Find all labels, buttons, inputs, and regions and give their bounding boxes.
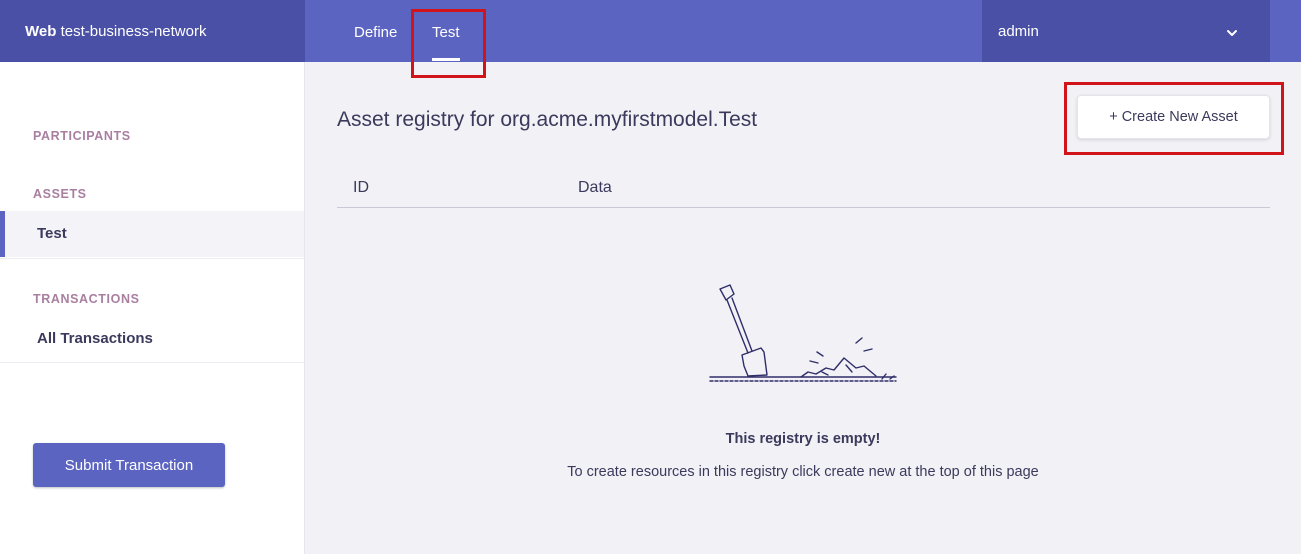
column-header-id[interactable]: ID <box>353 179 369 197</box>
page-title: Asset registry for org.acme.myfirstmodel… <box>337 108 758 131</box>
submit-transaction-button[interactable]: Submit Transaction <box>33 443 225 487</box>
top-bar: Web test-business-network Define Test ad… <box>0 0 1301 62</box>
create-new-asset-button[interactable]: + Create New Asset <box>1077 95 1270 139</box>
sidebar-heading-transactions: TRANSACTIONS <box>33 292 140 306</box>
sidebar-item-label: All Transactions <box>37 330 153 347</box>
empty-state-title: This registry is empty! <box>725 431 881 447</box>
active-tab-indicator <box>432 58 460 61</box>
table-header-divider <box>337 207 1270 208</box>
user-menu[interactable]: admin <box>982 0 1270 62</box>
divider <box>0 362 304 363</box>
divider <box>0 258 304 259</box>
user-name: admin <box>998 23 1039 40</box>
sidebar-item-label: Test <box>37 225 67 242</box>
business-network-name: test-business-network <box>60 23 207 40</box>
chevron-down-icon <box>1226 22 1238 47</box>
brand-area: Web test-business-network <box>0 0 305 62</box>
sidebar-heading-assets: ASSETS <box>33 187 87 201</box>
tab-define[interactable]: Define <box>354 24 397 41</box>
sidebar: PARTICIPANTS ASSETS Test TRANSACTIONS Al… <box>0 62 305 554</box>
tab-test[interactable]: Test <box>432 24 460 41</box>
sidebar-heading-participants[interactable]: PARTICIPANTS <box>33 129 131 143</box>
shovel-icon <box>706 280 902 395</box>
column-header-data[interactable]: Data <box>578 179 612 197</box>
brand-prefix: Web <box>25 23 57 40</box>
empty-state-description: To create resources in this registry cli… <box>567 464 1039 480</box>
sidebar-item-test[interactable]: Test <box>0 211 304 257</box>
sidebar-item-all-transactions[interactable]: All Transactions <box>0 316 304 362</box>
app-brand[interactable]: Web test-business-network <box>25 23 206 40</box>
